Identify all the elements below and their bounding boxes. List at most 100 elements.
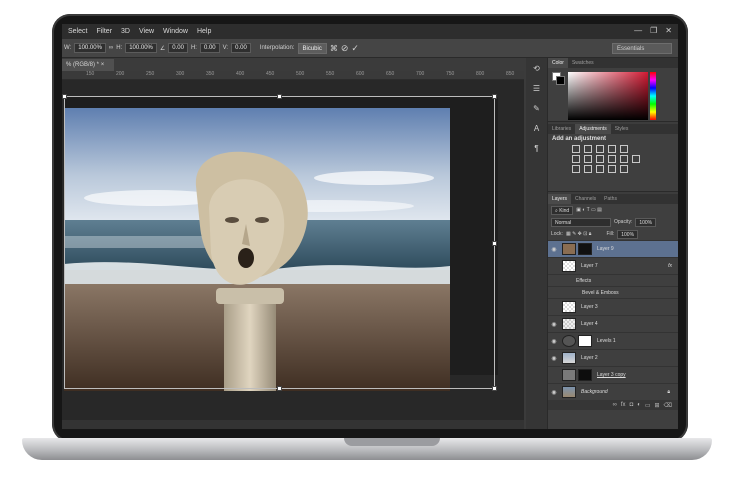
- tab-channels[interactable]: Channels: [571, 194, 600, 204]
- layer-row[interactable]: ◉ Layer 2: [548, 349, 678, 366]
- levels-icon[interactable]: [584, 145, 592, 153]
- angle-field[interactable]: 0.00: [168, 43, 188, 53]
- layer-row[interactable]: Layer 3: [548, 298, 678, 315]
- vibrance-icon[interactable]: [620, 145, 628, 153]
- background-color-swatch[interactable]: [556, 76, 565, 85]
- visibility-eye-icon[interactable]: ◉: [548, 355, 560, 362]
- layer-row[interactable]: ◉ Layer 4: [548, 315, 678, 332]
- warp-icon[interactable]: ⌘: [330, 44, 338, 53]
- posterize-icon[interactable]: [584, 165, 592, 173]
- character-icon[interactable]: A: [530, 123, 544, 135]
- height-field[interactable]: 100.00%: [125, 43, 157, 53]
- fill-field[interactable]: 100%: [617, 229, 639, 239]
- properties-icon[interactable]: ☰: [530, 83, 544, 95]
- effects-row[interactable]: Effects: [548, 274, 678, 286]
- brush-preset-icon[interactable]: ✎: [530, 103, 544, 115]
- black-white-icon[interactable]: [596, 155, 604, 163]
- menu-filter[interactable]: Filter: [96, 28, 112, 35]
- paragraph-icon[interactable]: ¶: [530, 143, 544, 155]
- color-balance-icon[interactable]: [584, 155, 592, 163]
- hskew-field[interactable]: 0.00: [199, 43, 220, 53]
- color-lookup-icon[interactable]: [632, 155, 640, 163]
- filter-icons[interactable]: ▣ ◐ T ▭ ▤: [576, 207, 602, 213]
- transform-handle[interactable]: [277, 386, 282, 391]
- delete-layer-icon[interactable]: ⌫: [664, 402, 672, 409]
- tab-close-icon[interactable]: ×: [101, 62, 105, 68]
- menu-view[interactable]: View: [139, 28, 154, 35]
- kind-filter-select[interactable]: ⌕ Kind: [551, 205, 574, 215]
- menu-window[interactable]: Window: [163, 28, 188, 35]
- invert-icon[interactable]: [572, 165, 580, 173]
- canvas-area[interactable]: [62, 80, 524, 429]
- interpolation-label: Interpolation:: [259, 45, 295, 51]
- tab-adjustments[interactable]: Adjustments: [575, 124, 611, 134]
- brightness-icon[interactable]: [572, 145, 580, 153]
- tab-libraries[interactable]: Libraries: [548, 124, 575, 134]
- new-adjustment-icon[interactable]: ◐: [637, 402, 641, 408]
- tab-paths[interactable]: Paths: [600, 194, 621, 204]
- visibility-eye-icon[interactable]: ◉: [548, 321, 560, 328]
- new-group-icon[interactable]: ▭: [645, 402, 651, 409]
- selective-color-icon[interactable]: [620, 165, 628, 173]
- layer-mask-thumbnail[interactable]: [578, 369, 592, 381]
- lock-icons[interactable]: ▦ ✎ ✥ ⊡ 🔒︎: [566, 231, 592, 237]
- transform-handle[interactable]: [492, 94, 497, 99]
- opacity-field[interactable]: 100%: [635, 217, 657, 227]
- hue-saturation-icon[interactable]: [572, 155, 580, 163]
- transform-handle[interactable]: [62, 94, 67, 99]
- color-picker-field[interactable]: [568, 72, 648, 120]
- hue-slider[interactable]: [650, 72, 656, 120]
- visibility-eye-icon[interactable]: ◉: [548, 246, 560, 253]
- gradient-map-icon[interactable]: [608, 165, 616, 173]
- menu-help[interactable]: Help: [197, 28, 211, 35]
- layer-name: Layer 3 copy: [597, 372, 626, 378]
- history-icon[interactable]: ⟲: [530, 63, 544, 75]
- tab-layers[interactable]: Layers: [548, 194, 572, 204]
- exposure-icon[interactable]: [608, 145, 616, 153]
- transform-handle[interactable]: [492, 241, 497, 246]
- layer-mask-thumbnail[interactable]: [578, 243, 592, 255]
- tab-styles[interactable]: Styles: [611, 124, 633, 134]
- ruler-label: 250: [146, 71, 155, 77]
- commit-transform-icon[interactable]: ✓: [351, 43, 359, 54]
- link-icon[interactable]: ∞: [109, 45, 113, 51]
- document-tab[interactable]: % (RGB/8) * ×: [62, 59, 114, 71]
- restore-icon[interactable]: ❐: [650, 26, 657, 35]
- add-style-icon[interactable]: fx: [621, 402, 626, 408]
- layer-row[interactable]: Layer 7 fx: [548, 257, 678, 274]
- visibility-eye-icon[interactable]: ◉: [548, 338, 560, 345]
- new-layer-icon[interactable]: ⊞: [654, 402, 659, 409]
- tab-color[interactable]: Color: [548, 58, 568, 68]
- add-mask-icon[interactable]: ◘: [630, 402, 634, 408]
- layer-row[interactable]: Layer 3 copy: [548, 366, 678, 383]
- curves-icon[interactable]: [596, 145, 604, 153]
- workspace-select[interactable]: Essentials: [612, 43, 672, 54]
- transform-handle[interactable]: [492, 386, 497, 391]
- vskew-label: V:: [222, 45, 229, 51]
- vskew-field[interactable]: 0.00: [231, 43, 251, 53]
- close-icon[interactable]: ✕: [665, 26, 672, 35]
- threshold-icon[interactable]: [596, 165, 604, 173]
- fx-badge[interactable]: fx: [668, 263, 672, 269]
- layer-row[interactable]: ◉ Layer 9: [548, 240, 678, 257]
- transform-handle[interactable]: [277, 94, 282, 99]
- layer-row[interactable]: ◉ Background 🔒︎: [548, 383, 678, 400]
- blend-mode-select[interactable]: Normal: [551, 217, 611, 227]
- link-layers-icon[interactable]: ∞: [613, 402, 617, 408]
- layer-mask-thumbnail[interactable]: [578, 335, 592, 347]
- tab-swatches[interactable]: Swatches: [568, 58, 598, 68]
- channel-mixer-icon[interactable]: [620, 155, 628, 163]
- minimize-icon[interactable]: —: [634, 26, 642, 35]
- visibility-eye-icon[interactable]: ◉: [548, 389, 560, 396]
- width-field[interactable]: 100.00%: [74, 43, 106, 53]
- interpolation-select[interactable]: Bicubic: [297, 42, 327, 54]
- hskew-label: H:: [190, 45, 197, 51]
- menu-select[interactable]: Select: [68, 28, 87, 35]
- cancel-transform-icon[interactable]: ⊘: [341, 43, 349, 54]
- layer-row[interactable]: ◉ Levels 1: [548, 332, 678, 349]
- effect-item[interactable]: Bevel & Emboss: [548, 286, 678, 298]
- transform-bounding-box[interactable]: [62, 94, 497, 391]
- photo-filter-icon[interactable]: [608, 155, 616, 163]
- menu-3d[interactable]: 3D: [121, 28, 130, 35]
- color-panel-tabs: Color Swatches: [548, 58, 678, 68]
